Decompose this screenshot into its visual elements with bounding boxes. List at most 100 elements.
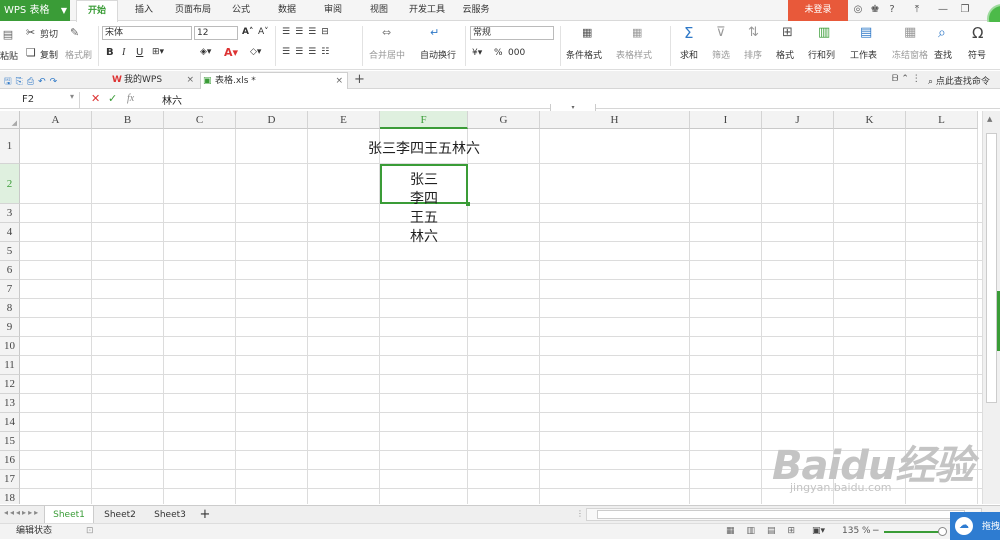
scroll-up-icon[interactable]: ▲ — [987, 115, 992, 123]
add-sheet-icon[interactable]: + — [196, 506, 214, 524]
font-size-select[interactable]: 12 — [194, 26, 238, 40]
vertical-align-icons[interactable]: ☰☰☰⊟ — [282, 27, 334, 37]
row-header-10[interactable]: 10 — [0, 337, 20, 356]
command-search[interactable]: ⌕ 点此查找命令 — [928, 74, 990, 87]
bold-icon[interactable]: B — [106, 47, 114, 58]
format-painter-button[interactable]: 格式刷 — [65, 48, 92, 61]
eye-protect-icon[interactable]: ▣▾ — [812, 524, 825, 539]
font-color-icon[interactable]: A▾ — [224, 46, 238, 59]
row-header-18[interactable]: 18 — [0, 489, 20, 504]
cell-f2[interactable]: 张三 李四 王五 林六 — [380, 171, 468, 247]
font-name-select[interactable]: 宋体 — [102, 26, 192, 40]
tab-home[interactable]: 开始 — [76, 0, 118, 22]
row-header-13[interactable]: 13 — [0, 394, 20, 413]
tab-review[interactable]: 审阅 — [320, 0, 346, 21]
select-all-corner[interactable]: ◢ — [0, 111, 20, 129]
paste-icon[interactable]: ▤ — [0, 28, 16, 41]
row-header-16[interactable]: 16 — [0, 451, 20, 470]
column-header-g[interactable]: G — [468, 111, 540, 129]
column-header-c[interactable]: C — [164, 111, 236, 129]
login-button[interactable]: 未登录 — [788, 0, 848, 21]
sheet-tab-sheet1[interactable]: Sheet1 — [44, 506, 94, 524]
row-header-5[interactable]: 5 — [0, 242, 20, 261]
column-header-i[interactable]: I — [690, 111, 762, 129]
macro-icon[interactable]: ⊡ — [86, 524, 94, 539]
column-header-a[interactable]: A — [20, 111, 92, 129]
fill-color-icon[interactable]: ◈▾ — [200, 47, 211, 57]
row-header-14[interactable]: 14 — [0, 413, 20, 432]
chevron-down-icon[interactable]: ▾ — [70, 92, 74, 101]
tab-insert[interactable]: 插入 — [130, 0, 158, 21]
merge-center-button[interactable]: 合并居中 — [369, 48, 405, 61]
vertical-scrollbar[interactable]: ▲ — [982, 111, 1000, 504]
row-header-1[interactable]: 1 — [0, 129, 20, 164]
row-header-8[interactable]: 8 — [0, 299, 20, 318]
column-header-h[interactable]: H — [540, 111, 690, 129]
close-icon[interactable]: × — [335, 73, 343, 89]
tab-formula[interactable]: 公式 — [228, 0, 254, 21]
confirm-icon[interactable]: ✓ — [108, 92, 117, 105]
currency-icon[interactable]: ¥▾ — [472, 48, 482, 58]
row-header-6[interactable]: 6 — [0, 261, 20, 280]
thousands-button[interactable]: 000 — [508, 48, 525, 58]
zoom-slider-knob[interactable] — [938, 527, 947, 536]
column-header-f[interactable]: F — [380, 111, 468, 129]
column-header-k[interactable]: K — [834, 111, 906, 129]
row-header-2[interactable]: 2 — [0, 164, 20, 204]
zoom-slider[interactable] — [884, 531, 944, 533]
percent-button[interactable]: % — [494, 48, 503, 58]
skin-icon[interactable]: ◎ — [851, 3, 865, 17]
italic-icon[interactable]: I — [122, 47, 125, 58]
new-tab-icon[interactable]: + — [354, 72, 365, 87]
name-box[interactable]: F2 — [0, 92, 80, 108]
underline-icon[interactable]: U — [136, 47, 143, 58]
row-header-17[interactable]: 17 — [0, 470, 20, 489]
row-header-9[interactable]: 9 — [0, 318, 20, 337]
help-icon[interactable]: ? — [885, 3, 899, 17]
column-header-d[interactable]: D — [236, 111, 308, 129]
horizontal-align-icons[interactable]: ☰☰☰☷ — [282, 47, 334, 57]
zoom-level[interactable]: 135 % — [842, 524, 871, 539]
find-button[interactable]: 查找 — [934, 48, 952, 61]
app-menu-button[interactable]: WPS 表格 ▼ — [0, 0, 70, 21]
scrollbar-thumb[interactable] — [986, 133, 997, 403]
spreadsheet-grid[interactable]: ◢ ABCDEFGHIJKL 1 2 3 4 5 6 7 8 9 10 11 12 13 14 15 16 17… — [0, 111, 982, 504]
restore-icon[interactable]: ⤒ — [910, 3, 924, 17]
row-header-15[interactable]: 15 — [0, 432, 20, 451]
sort-button[interactable]: 排序 — [744, 48, 762, 61]
formula-input[interactable]: 林六 — [162, 92, 182, 107]
number-format-select[interactable]: 常规 — [470, 26, 554, 40]
row-header-12[interactable]: 12 — [0, 375, 20, 394]
symbol-button[interactable]: 符号 — [968, 48, 986, 61]
tab-cloud[interactable]: 云服务 — [460, 0, 492, 21]
worksheet-button[interactable]: 工作表 — [850, 48, 877, 61]
row-header-7[interactable]: 7 — [0, 280, 20, 299]
tab-page-layout[interactable]: 页面布局 — [172, 0, 214, 21]
column-header-j[interactable]: J — [762, 111, 834, 129]
format-button[interactable]: 格式 — [776, 48, 794, 61]
sheet-nav-icons[interactable]: ◂◂◂▸▸▸ — [4, 508, 40, 517]
sum-button[interactable]: 求和 — [680, 48, 698, 61]
close-icon[interactable]: × — [186, 72, 194, 88]
sheet-tab-sheet3[interactable]: Sheet3 — [146, 506, 194, 524]
row-header-3[interactable]: 3 — [0, 204, 20, 223]
shirt-icon[interactable]: ♚ — [868, 3, 882, 17]
zoom-out-icon[interactable]: − — [872, 524, 880, 539]
column-header-b[interactable]: B — [92, 111, 164, 129]
column-header-e[interactable]: E — [308, 111, 380, 129]
border-icon[interactable]: ⊞▾ — [152, 47, 164, 57]
function-icon[interactable]: fx — [127, 93, 134, 104]
doc-tab-file[interactable]: ▣ 表格.xls * × — [200, 72, 348, 89]
minimize-icon[interactable]: — — [936, 3, 950, 17]
copy-button[interactable]: 复制 — [40, 48, 58, 61]
tab-view[interactable]: 视图 — [366, 0, 392, 21]
row-header-4[interactable]: 4 — [0, 223, 20, 242]
quick-access-icons[interactable]: 🖫⎘⎙↶↷ — [4, 74, 61, 90]
freeze-panes-button[interactable]: 冻结窗格 — [892, 48, 928, 61]
maximize-icon[interactable]: ❐ — [958, 3, 972, 17]
grow-font-icon[interactable]: A˄ — [242, 27, 253, 37]
column-header-l[interactable]: L — [906, 111, 978, 129]
scrollbar-thumb[interactable] — [597, 510, 965, 519]
table-style-button[interactable]: 表格样式 — [616, 48, 652, 61]
horizontal-scrollbar[interactable] — [586, 508, 982, 521]
